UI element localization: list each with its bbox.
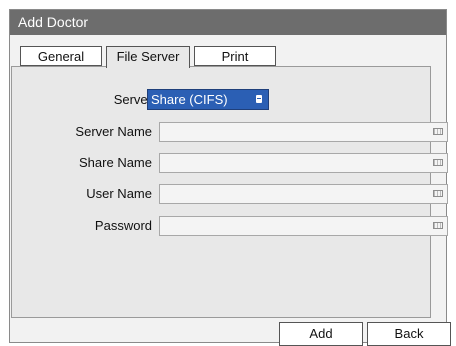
- user-name-field[interactable]: [159, 184, 448, 204]
- dropdown-icon: [256, 95, 262, 103]
- tab-file-server[interactable]: File Server: [106, 46, 190, 68]
- server-select[interactable]: Share (CIFS): [147, 89, 269, 110]
- keyboard-icon[interactable]: [433, 128, 443, 135]
- tab-general[interactable]: General: [20, 46, 102, 66]
- keyboard-icon[interactable]: [433, 159, 443, 166]
- tab-print[interactable]: Print: [194, 46, 276, 66]
- back-button[interactable]: Back: [367, 322, 451, 346]
- user-name-label: User Name: [86, 186, 152, 201]
- server-select-value: Share (CIFS): [151, 92, 228, 107]
- share-name-field[interactable]: [159, 153, 448, 173]
- keyboard-icon[interactable]: [433, 222, 443, 229]
- window-title: Add Doctor: [10, 10, 446, 35]
- share-name-label: Share Name: [79, 155, 152, 170]
- password-field[interactable]: [159, 216, 448, 236]
- server-label: Server: [113, 92, 152, 107]
- server-name-label: Server Name: [75, 124, 152, 139]
- add-button[interactable]: Add: [279, 322, 363, 346]
- server-name-field[interactable]: [159, 122, 448, 142]
- password-label: Password: [94, 218, 152, 233]
- keyboard-icon[interactable]: [433, 190, 443, 197]
